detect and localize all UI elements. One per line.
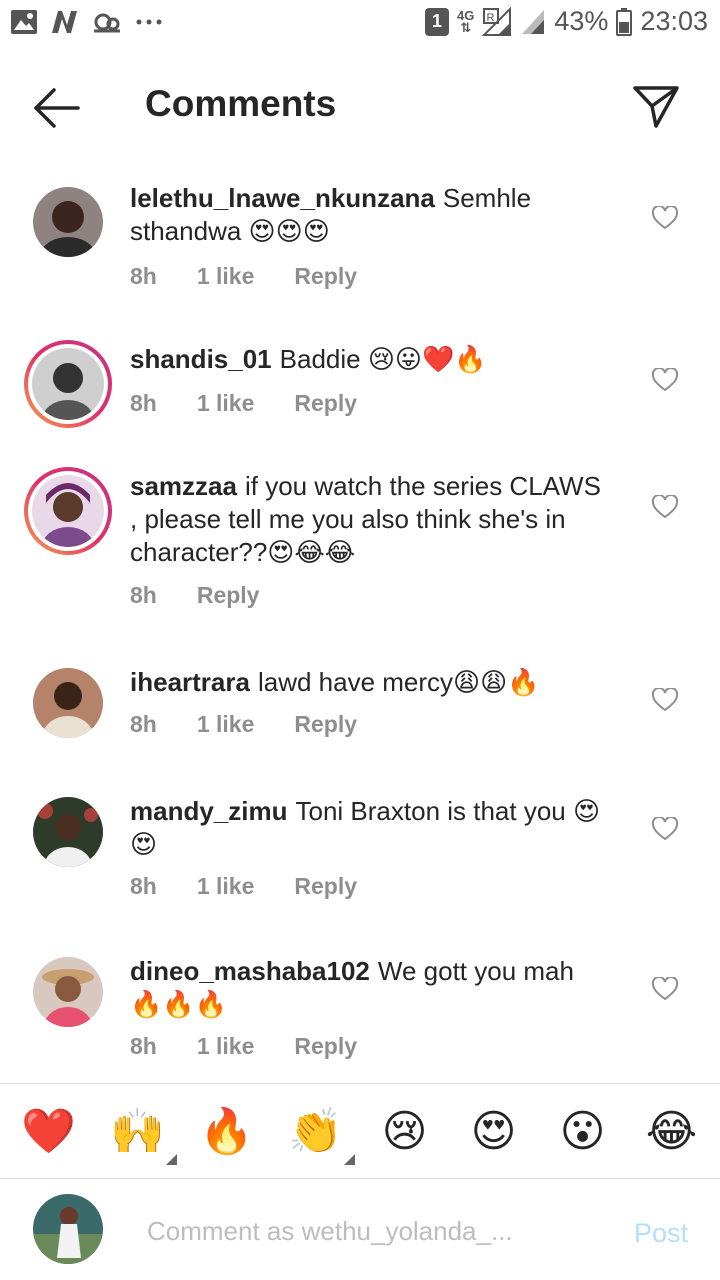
- avatar-image: [33, 668, 103, 738]
- emoji-heart-button[interactable]: ❤️: [14, 1105, 84, 1157]
- comment-body: lawd have mercy😩😩🔥: [257, 667, 540, 697]
- like-heart-icon[interactable]: [652, 495, 678, 519]
- avatar[interactable]: [33, 797, 103, 867]
- comment-input[interactable]: [145, 1202, 589, 1260]
- share-send-icon[interactable]: [632, 82, 680, 130]
- reply-button[interactable]: Reply: [197, 582, 260, 609]
- back-arrow-icon[interactable]: [30, 85, 82, 131]
- emoji-raised-hands-button[interactable]: 🙌: [103, 1105, 177, 1165]
- status-bar: 1 4G ⇅ R 43% 23:03: [0, 0, 720, 50]
- reply-button[interactable]: Reply: [294, 390, 357, 417]
- sim-slot-badge: 1: [425, 7, 450, 36]
- avatar[interactable]: [24, 467, 112, 555]
- emoji-surprised-button[interactable]: 😮: [548, 1106, 618, 1157]
- comment-body: Baddie 😢😛❤️🔥: [279, 344, 487, 374]
- comment-likes[interactable]: 1 like: [197, 873, 255, 900]
- avatar[interactable]: [33, 957, 103, 1027]
- comment-time: 8h: [130, 873, 157, 899]
- comment-text: iheartrara lawd have mercy😩😩🔥: [130, 666, 610, 699]
- emoji-cry-button[interactable]: 😢: [370, 1106, 440, 1157]
- status-bar-right: 1 4G ⇅ R 43% 23:03: [425, 6, 708, 37]
- avatar-image: [33, 797, 103, 867]
- comment-time: 8h: [130, 582, 157, 608]
- like-heart-icon[interactable]: [652, 688, 678, 712]
- comment-likes[interactable]: 1 like: [197, 263, 255, 290]
- n-notification-icon: [52, 11, 77, 33]
- like-heart-icon[interactable]: [652, 368, 678, 392]
- like-heart-icon[interactable]: [652, 977, 678, 1001]
- comment-time: 8h: [130, 390, 157, 416]
- comment-username[interactable]: lelethu_lnawe_nkunzana: [130, 183, 435, 213]
- my-avatar: [33, 1194, 103, 1264]
- comment-time: 8h: [130, 263, 157, 289]
- comment-username[interactable]: mandy_zimu: [130, 796, 288, 826]
- avatar-ring: [28, 471, 108, 551]
- comment-username[interactable]: shandis_01: [130, 344, 272, 374]
- avatar-image: [33, 187, 103, 257]
- battery-percent: 43%: [554, 6, 609, 36]
- skin-tone-indicator-icon: [343, 1154, 355, 1165]
- reply-button[interactable]: Reply: [294, 1033, 357, 1060]
- emoji-laughing-button[interactable]: 😂: [637, 1106, 707, 1157]
- header: Comments: [0, 60, 720, 150]
- post-button[interactable]: Post: [634, 1218, 688, 1249]
- battery-icon: [616, 7, 633, 36]
- comment-text: shandis_01 Baddie 😢😛❤️🔥: [130, 343, 610, 376]
- comment-text: dineo_mashaba102 We gott you mah 🔥🔥🔥: [130, 955, 610, 1021]
- clock: 23:03: [640, 6, 708, 36]
- comment-time: 8h: [130, 711, 157, 737]
- emoji-clap: 👏: [288, 1107, 343, 1156]
- comment-meta: 8h 1 like Reply: [130, 873, 357, 900]
- divider: [0, 1083, 720, 1084]
- avatar-image-frame: [32, 475, 104, 547]
- signal-icon: [522, 9, 545, 34]
- reply-button[interactable]: Reply: [294, 873, 357, 900]
- comment-meta: 8h 1 like Reply: [130, 263, 357, 290]
- roaming-signal-icon: R: [482, 6, 512, 36]
- comment-composer: Post: [0, 1180, 720, 1280]
- comment-text: lelethu_lnawe_nkunzana Semhle sthandwa 😍😍…: [130, 182, 610, 248]
- avatar-image: [33, 957, 103, 1027]
- avatar[interactable]: [33, 187, 103, 257]
- avatar-image: [32, 475, 104, 547]
- like-heart-icon[interactable]: [652, 817, 678, 841]
- cloud-notification-icon: [94, 13, 120, 33]
- avatar[interactable]: [33, 668, 103, 738]
- comment-text: mandy_zimu Toni Braxton is that you 😍😍: [130, 795, 610, 861]
- comment-text: samzzaa if you watch the series CLAWS , p…: [130, 470, 610, 569]
- avatar-image: [32, 348, 104, 420]
- comment-meta: 8h 1 like Reply: [130, 1033, 357, 1060]
- page-title: Comments: [145, 83, 337, 124]
- comment-time: 8h: [130, 1033, 157, 1059]
- comment-username[interactable]: dineo_mashaba102: [130, 956, 370, 986]
- emoji-raised-hands: 🙌: [110, 1107, 165, 1156]
- network-type: 4G ⇅: [457, 7, 475, 35]
- avatar-ring: [28, 344, 108, 424]
- avatar-image-frame: [32, 348, 104, 420]
- comment-meta: 8h 1 like Reply: [130, 390, 357, 417]
- like-heart-icon[interactable]: [652, 206, 678, 230]
- skin-tone-indicator-icon: [165, 1154, 177, 1165]
- comment-username[interactable]: iheartrara: [130, 667, 250, 697]
- avatar[interactable]: [24, 340, 112, 428]
- divider: [0, 1178, 720, 1179]
- my-avatar-image: [33, 1194, 103, 1264]
- comment-meta: 8h 1 like Reply: [130, 711, 357, 738]
- comment-meta: 8h Reply: [130, 582, 259, 609]
- svg-text:R: R: [487, 12, 495, 24]
- comment-likes[interactable]: 1 like: [197, 711, 255, 738]
- comment-likes[interactable]: 1 like: [197, 1033, 255, 1060]
- gallery-notification-icon: [11, 10, 37, 34]
- reply-button[interactable]: Reply: [294, 711, 357, 738]
- comment-likes[interactable]: 1 like: [197, 390, 255, 417]
- emoji-clap-button[interactable]: 👏: [281, 1105, 355, 1165]
- status-bar-left: [10, 9, 164, 35]
- network-type-label: 4G: [457, 7, 475, 23]
- emoji-heart-eyes-button[interactable]: 😍: [459, 1106, 529, 1157]
- quick-emoji-bar: ❤️ 🙌 🔥 👏 😢 😍 😮 😂: [0, 1085, 720, 1177]
- emoji-fire-button[interactable]: 🔥: [192, 1105, 262, 1157]
- reply-button[interactable]: Reply: [294, 263, 357, 290]
- comment-username[interactable]: samzzaa: [130, 471, 237, 501]
- more-notifications-icon: [136, 19, 162, 25]
